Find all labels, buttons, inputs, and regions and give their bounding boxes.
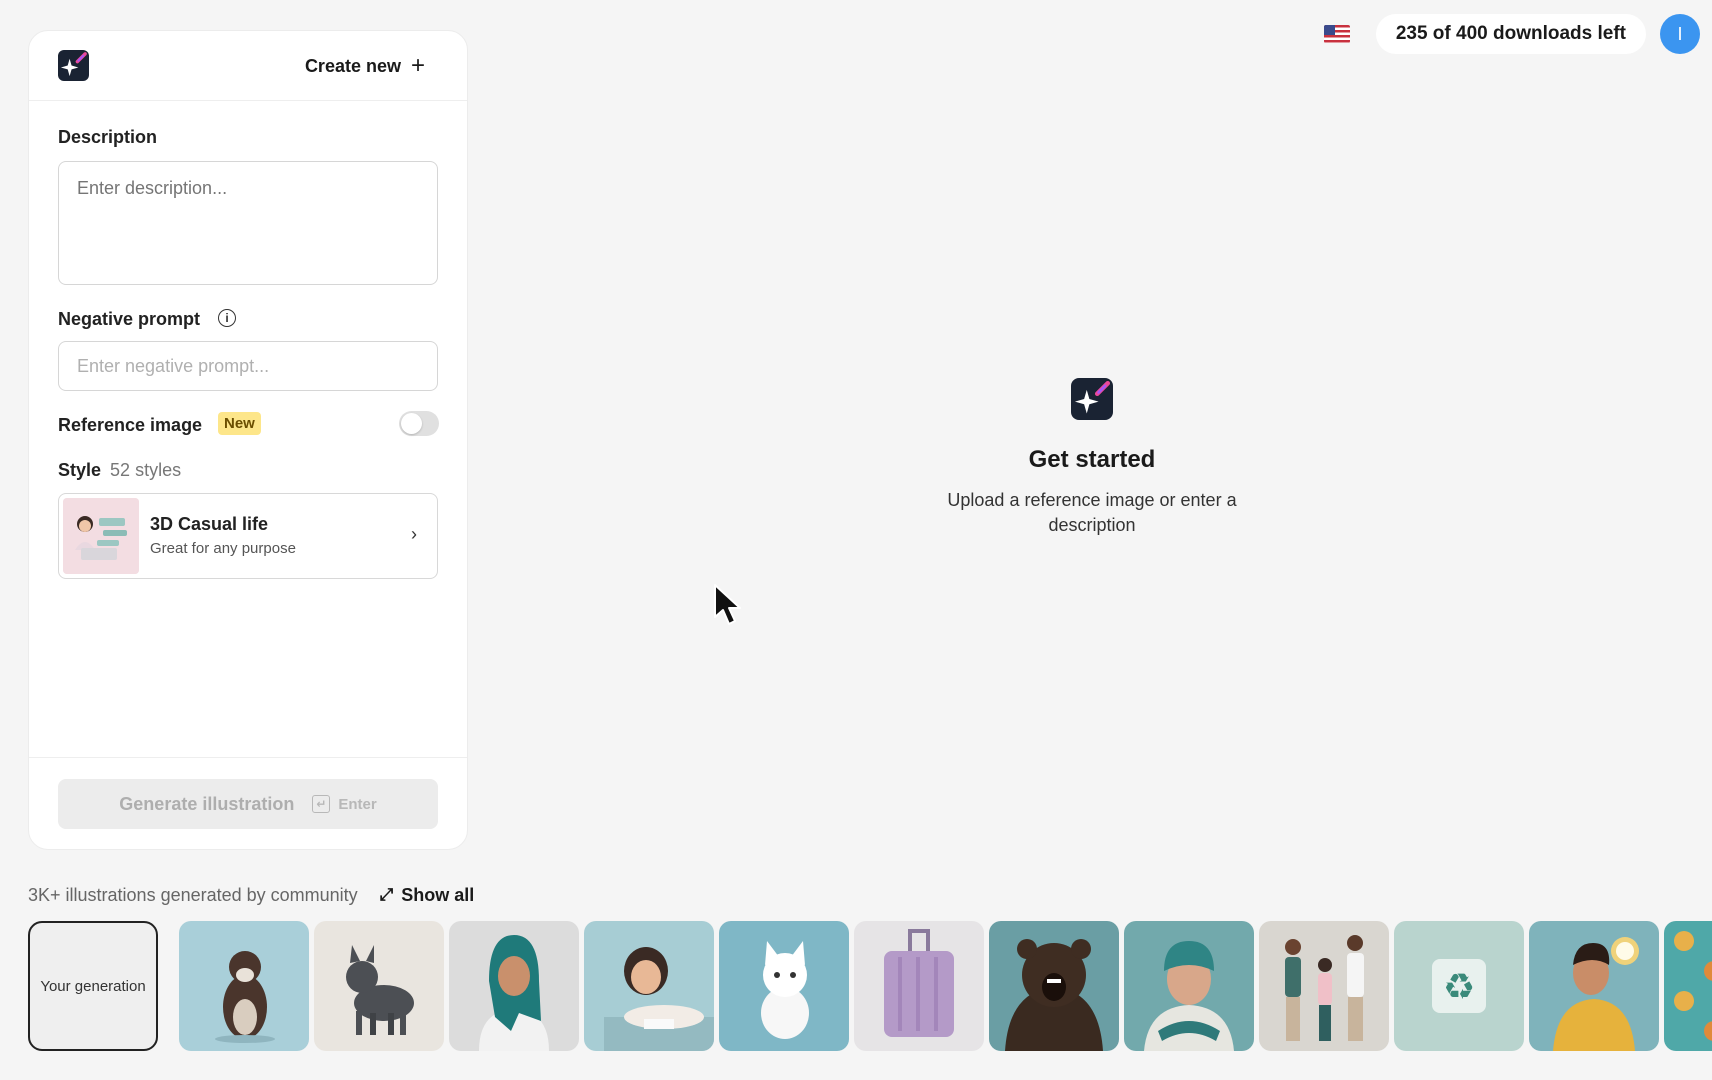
description-input[interactable]	[58, 161, 438, 285]
chevron-right-icon: ›	[411, 524, 417, 544]
style-selector[interactable]: 3D Casual life Great for any purpose ›	[58, 493, 438, 579]
enter-hint-label: Enter	[338, 795, 377, 813]
negative-prompt-placeholder: Enter negative prompt...	[77, 355, 270, 376]
create-new-button[interactable]: Create new +	[293, 51, 437, 81]
expand-icon: ⤢	[379, 885, 394, 904]
panel-footer: Generate illustration ↵ Enter	[29, 757, 467, 849]
info-icon[interactable]: i	[218, 309, 236, 327]
gallery-thumb-dog[interactable]	[314, 921, 444, 1051]
community-header: 3K+ illustrations generated by community…	[28, 883, 474, 907]
gallery-thumb-elderly-woman[interactable]	[1124, 921, 1254, 1051]
downloads-counter[interactable]: 235 of 400 downloads left	[1375, 14, 1646, 54]
enter-shortcut-hint: ↵ Enter	[312, 795, 377, 813]
gallery-thumb-pattern[interactable]	[1664, 921, 1712, 1051]
style-heading: Style 52 styles	[58, 460, 181, 481]
gallery-thumb-otter[interactable]	[179, 921, 309, 1051]
style-subtitle: Great for any purpose	[150, 540, 296, 557]
avatar[interactable]: I	[1660, 14, 1700, 54]
reference-image-label: Reference image	[58, 415, 203, 435]
create-new-label: Create new	[304, 55, 401, 76]
gallery-thumb-recycle[interactable]: ♻	[1394, 921, 1524, 1051]
gallery-thumb-family[interactable]	[1259, 921, 1389, 1051]
negative-prompt-label: Negative prompt	[58, 309, 201, 329]
style-thumbnail	[63, 498, 139, 574]
gallery-thumb-girl-reading[interactable]	[584, 921, 714, 1051]
svg-text:♻: ♻	[1443, 967, 1475, 1008]
community-gallery: Your generation ♻	[28, 921, 1712, 1051]
enter-key-icon: ↵	[312, 795, 331, 813]
gallery-thumb-suitcase[interactable]	[854, 921, 984, 1051]
new-badge: New	[218, 412, 261, 435]
panel-header: Create new +	[29, 31, 467, 101]
gallery-thumb-woman-hijab[interactable]	[449, 921, 579, 1051]
app-logo-icon[interactable]	[58, 50, 89, 81]
generate-illustration-button[interactable]: Generate illustration ↵ Enter	[58, 779, 438, 829]
empty-state-title: Get started	[1028, 446, 1156, 473]
mouse-cursor-icon	[714, 584, 741, 625]
show-all-button[interactable]: ⤢ Show all	[380, 885, 475, 906]
gallery-thumb-white-cat[interactable]	[719, 921, 849, 1051]
style-title: 3D Casual life	[150, 514, 269, 534]
top-bar: 235 of 400 downloads left I	[1323, 14, 1700, 54]
gallery-thumb-boy-with-clock[interactable]	[1529, 921, 1659, 1051]
empty-state: Get started Upload a reference image or …	[892, 378, 1292, 538]
community-caption: 3K+ illustrations generated by community	[28, 884, 358, 905]
reference-image-toggle[interactable]	[399, 411, 439, 436]
style-label: Style	[58, 460, 102, 480]
app-logo-icon	[1071, 378, 1113, 420]
description-label: Description	[58, 127, 158, 147]
gallery-thumb-bear[interactable]	[989, 921, 1119, 1051]
empty-state-subtitle: Upload a reference image or enter a desc…	[947, 490, 1237, 535]
generate-label: Generate illustration	[119, 793, 295, 814]
your-generation-tile[interactable]: Your generation	[28, 921, 158, 1051]
show-all-label: Show all	[401, 884, 475, 905]
plus-icon: +	[410, 52, 425, 79]
negative-prompt-input[interactable]: Enter negative prompt...	[58, 341, 438, 391]
us-flag-icon[interactable]	[1323, 25, 1350, 43]
style-count: 52 styles	[110, 460, 182, 480]
generator-panel: Create new + Description Negative prompt…	[28, 30, 468, 850]
